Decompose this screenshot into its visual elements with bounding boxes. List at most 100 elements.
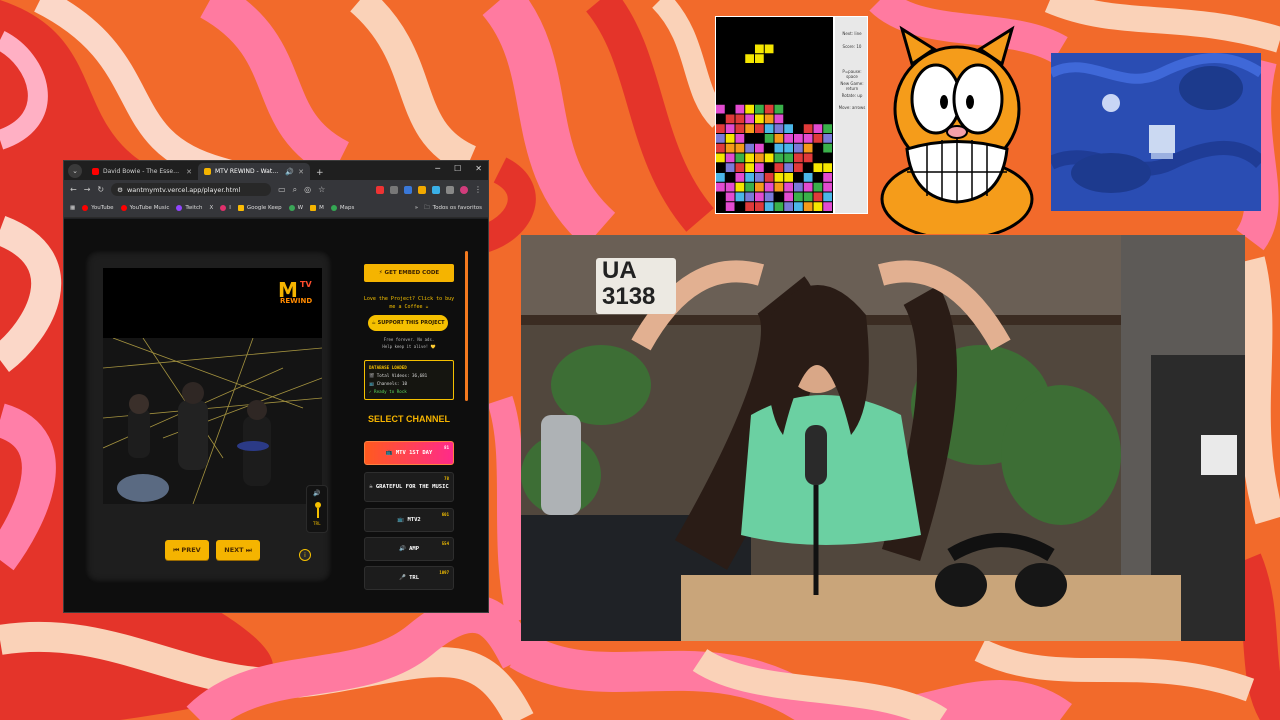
- extension-icon[interactable]: [432, 185, 440, 194]
- tetris-board: [716, 17, 833, 213]
- tetris-block: [764, 134, 774, 143]
- db-ready-status: ✓ Ready to Rock: [369, 389, 407, 394]
- channel-trl[interactable]: 🎤 TRL 1097: [364, 566, 454, 590]
- tetris-block: [735, 182, 745, 192]
- tab-david-bowie[interactable]: David Bowie - The Essential 70s ✕: [86, 163, 198, 180]
- maximize-icon[interactable]: ☐: [454, 164, 461, 173]
- volume-slider[interactable]: 🔊 TRL: [306, 485, 328, 533]
- channel-grateful-for-the-music[interactable]: ☠ GRATEFUL FOR THE MUSIC 78: [364, 472, 454, 502]
- tetris-block: [784, 182, 793, 192]
- back-icon[interactable]: ←: [70, 185, 77, 194]
- tetris-block: [784, 202, 793, 211]
- star-icon[interactable]: ☆: [318, 185, 325, 194]
- bookmark-x[interactable]: X: [210, 205, 214, 211]
- channel-count: 554: [441, 541, 449, 546]
- bookmark-youtube[interactable]: YouTube: [82, 205, 114, 211]
- tetris-block: [774, 153, 784, 163]
- reload-icon[interactable]: ↻: [97, 185, 104, 194]
- apps-grid-icon[interactable]: ▦: [70, 205, 75, 211]
- extension-icon[interactable]: [404, 185, 412, 194]
- tetris-block: [764, 104, 774, 114]
- minimize-icon[interactable]: ─: [435, 164, 440, 173]
- site-info-icon[interactable]: ⚙: [117, 186, 123, 194]
- tetris-block: [745, 182, 754, 192]
- tetris-block: [784, 124, 793, 133]
- channel-amp[interactable]: 🔊 AMP 554: [364, 537, 454, 561]
- close-window-icon[interactable]: ✕: [475, 164, 482, 173]
- tetris-block: [745, 104, 754, 114]
- bookmark-label: YouTube: [91, 205, 114, 211]
- tetris-game: Next: line Score: 10 P=pause: space New …: [715, 16, 868, 214]
- bookmark-youtube-music[interactable]: YouTube Music: [120, 205, 170, 211]
- db-channels: 📺 Channels: 10: [369, 381, 407, 386]
- bookmark-favicon-icon: [288, 205, 295, 211]
- close-tab-icon[interactable]: ✕: [298, 168, 304, 176]
- get-embed-code-button[interactable]: ⚡ GET EMBED CODE: [364, 264, 454, 282]
- tv-screen[interactable]: M TV REWIND: [103, 268, 322, 504]
- bookmark-label: YouTube Music: [129, 205, 170, 211]
- tetris-blocks: [716, 44, 832, 211]
- tetris-block: [725, 124, 735, 133]
- support-project-button[interactable]: ☕ SUPPORT THIS PROJECT: [368, 315, 448, 331]
- tetris-block: [755, 104, 764, 114]
- tetris-block: [774, 173, 784, 182]
- extension-icon[interactable]: [390, 185, 398, 194]
- tetris-block: [745, 114, 754, 124]
- menu-kebab-icon[interactable]: ⋮: [474, 185, 482, 194]
- profile-avatar[interactable]: [460, 185, 468, 194]
- close-tab-icon[interactable]: ✕: [186, 168, 192, 176]
- new-tab-icon[interactable]: +: [310, 168, 330, 180]
- bookmark-twitch[interactable]: Twitch: [176, 205, 203, 211]
- forward-icon[interactable]: →: [84, 185, 91, 194]
- channel-label: ☠ GRATEFUL FOR THE MUSIC: [369, 483, 449, 490]
- volume-track: [317, 508, 319, 518]
- tetris-block: [803, 182, 813, 192]
- tetris-block: [745, 54, 754, 63]
- bookmark-maps[interactable]: Maps: [330, 205, 354, 211]
- extension-icon[interactable]: [376, 185, 384, 194]
- tetris-block: [784, 173, 793, 182]
- info-icon[interactable]: i: [299, 549, 311, 561]
- free-text-line: Free forever. No ads.: [383, 337, 435, 342]
- tetris-block: [735, 192, 745, 202]
- prev-button[interactable]: ⏮ PREV: [165, 540, 209, 560]
- eye-off-icon[interactable]: ◎: [304, 185, 311, 194]
- band-video-image: [103, 337, 322, 504]
- tetris-block: [716, 182, 725, 192]
- extension-icon[interactable]: [418, 185, 426, 194]
- tetris-block: [755, 182, 764, 192]
- tetris-block: [716, 124, 725, 133]
- tetris-block: [803, 173, 813, 182]
- tetris-block: [745, 124, 754, 133]
- channel-mtv2[interactable]: 📺 MTV2 601: [364, 508, 454, 532]
- mtv-rewind-logo: M TV REWIND: [278, 278, 314, 306]
- license-plate: UA 3138: [596, 258, 676, 314]
- channel-count: 81: [444, 445, 449, 450]
- more-bookmarks-icon[interactable]: »: [415, 205, 418, 211]
- address-bar[interactable]: ⚙ wantmymtv.vercel.app/player.html: [111, 183, 272, 196]
- all-bookmarks[interactable]: 🗀 Todos os favoritos: [424, 204, 482, 213]
- tab-search-icon[interactable]: ⌄: [68, 164, 82, 178]
- sidebar-scrollbar[interactable]: [465, 251, 468, 401]
- bookmark-label: M: [319, 205, 324, 211]
- audio-icon[interactable]: 🔊: [285, 168, 294, 176]
- tetris-block: [716, 134, 725, 143]
- channel-mtv-1st-day[interactable]: 📺 MTV 1ST DAY 81: [364, 441, 454, 465]
- bookmark-m[interactable]: M: [310, 205, 324, 211]
- tetris-block: [813, 163, 823, 172]
- extensions-puzzle-icon[interactable]: [446, 185, 454, 194]
- bookmark-w[interactable]: W: [288, 205, 303, 211]
- music-video-frame[interactable]: [103, 337, 322, 504]
- bookmark-google-keep[interactable]: Google Keep: [237, 205, 282, 211]
- tetris-block: [735, 173, 745, 182]
- browser-window: ⌄ David Bowie - The Essential 70s ✕ MTV …: [63, 160, 489, 613]
- tetris-block: [794, 153, 803, 163]
- tetris-block: [803, 153, 813, 163]
- zoom-icon[interactable]: ⌕: [293, 185, 297, 195]
- bookmark-instagram[interactable]: I: [220, 205, 231, 211]
- free-forever-text: Free forever. No ads. Help keep it alive…: [362, 336, 456, 350]
- cast-icon[interactable]: ▭: [278, 185, 286, 194]
- next-button[interactable]: NEXT ⏭: [216, 540, 260, 560]
- tab-mtv-rewind[interactable]: MTV REWIND - Watch 33,0 🔊 ✕: [198, 163, 310, 180]
- tetris-block: [774, 182, 784, 192]
